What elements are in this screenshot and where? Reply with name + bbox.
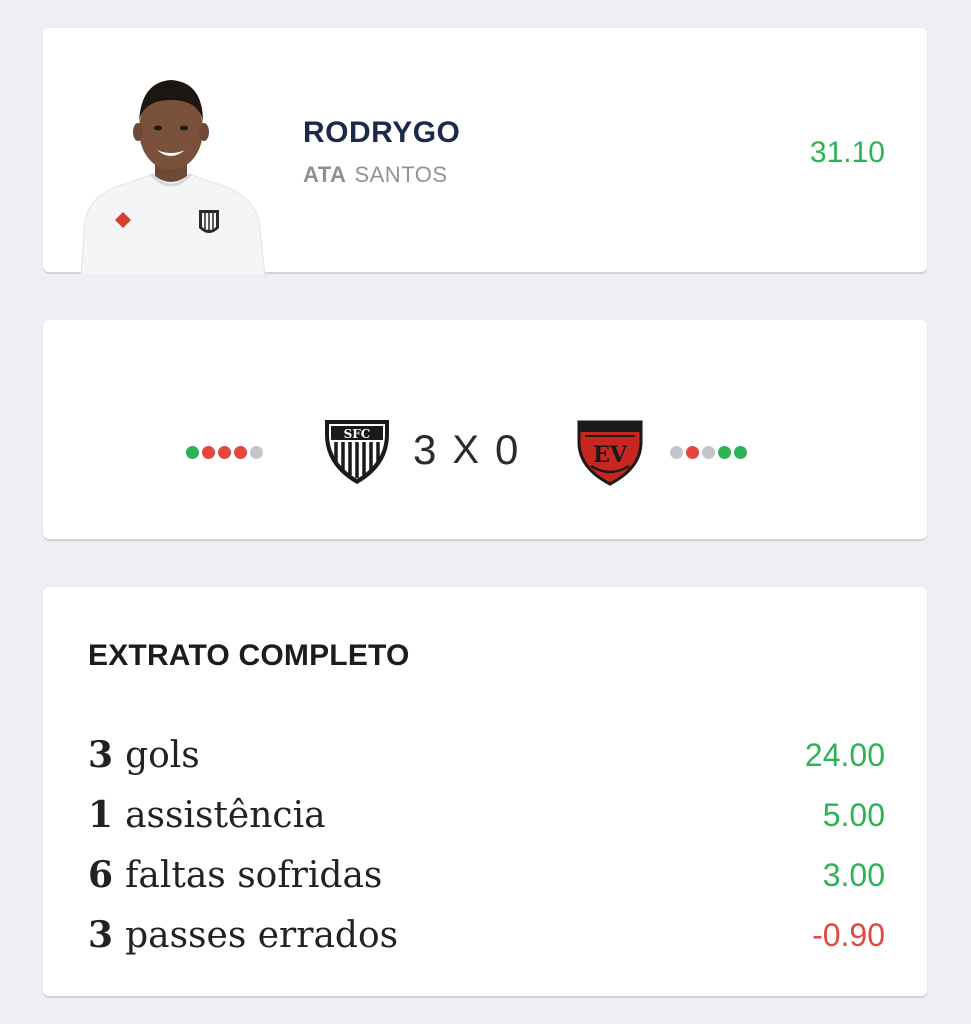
away-form-dot-green <box>718 445 731 459</box>
player-photo <box>71 70 271 276</box>
away-score: 0 <box>495 426 519 473</box>
match-row: SFC 3 X 0 EV <box>43 416 927 486</box>
extract-item-label: 3 passes errados <box>88 914 398 956</box>
extract-item-value: 3.00 <box>822 856 885 893</box>
extract-item-qty: 3 <box>88 914 114 956</box>
extract-item-qty: 3 <box>88 734 114 776</box>
score-separator: X <box>452 427 480 472</box>
extract-item-label: 1 assistência <box>88 794 326 836</box>
away-form-dot-gray <box>670 445 683 459</box>
extract-item: 3 gols 24.00 <box>88 725 885 785</box>
extract-card: EXTRATO COMPLETO 3 gols 24.00 1 assistência 5… <box>43 587 927 996</box>
extract-item: 6 faltas sofridas 3.00 <box>88 845 885 905</box>
player-score: 31.10 <box>809 136 885 169</box>
svg-text:SFC: SFC <box>344 427 371 441</box>
player-position: ATA <box>303 162 347 187</box>
home-form-dots <box>186 444 263 460</box>
extract-title: EXTRATO COMPLETO <box>88 639 410 672</box>
extract-item-label: 3 gols <box>88 734 200 776</box>
match-card[interactable]: SFC 3 X 0 EV <box>43 320 927 539</box>
extract-item-text: faltas sofridas <box>125 855 383 896</box>
away-form-dot-green <box>734 445 747 459</box>
away-form-dots <box>670 444 747 460</box>
extract-item-qty: 6 <box>88 854 114 896</box>
match-score: 3 X 0 <box>413 426 518 474</box>
home-form-dot-red <box>234 445 247 459</box>
extract-list: 3 gols 24.00 1 assistência 5.00 6 faltas sofrid… <box>88 725 885 965</box>
extract-item-text: passes errados <box>125 915 399 956</box>
home-score: 3 <box>413 426 437 473</box>
home-form-dot-gray <box>250 445 263 459</box>
player-team: SANTOS <box>354 162 448 187</box>
extract-item-value: 5.00 <box>822 796 885 833</box>
extract-item: 1 assistência 5.00 <box>88 785 885 845</box>
home-form-dot-green <box>186 445 199 459</box>
extract-item-value: 24.00 <box>804 736 885 773</box>
away-form-dot-gray <box>702 445 715 459</box>
away-form-dot-red <box>686 445 699 459</box>
player-subtitle: ATA SANTOS <box>303 162 448 188</box>
home-form-dot-red <box>218 445 231 459</box>
home-form-dot-red <box>202 445 215 459</box>
extract-item-label: 6 faltas sofridas <box>88 854 382 896</box>
extract-item-qty: 1 <box>88 794 114 836</box>
player-card[interactable]: RODRYGO ATA SANTOS 31.10 <box>43 28 927 276</box>
extract-item: 3 passes errados -0.90 <box>88 905 885 965</box>
extract-item-text: assistência <box>125 795 326 836</box>
extract-item-text: gols <box>125 735 200 776</box>
svg-text:EV: EV <box>593 442 628 468</box>
player-name: RODRYGO <box>303 116 461 149</box>
santos-crest-icon: SFC <box>319 416 395 491</box>
vitoria-crest-icon: EV <box>575 416 645 491</box>
extract-item-value: -0.90 <box>812 916 885 953</box>
